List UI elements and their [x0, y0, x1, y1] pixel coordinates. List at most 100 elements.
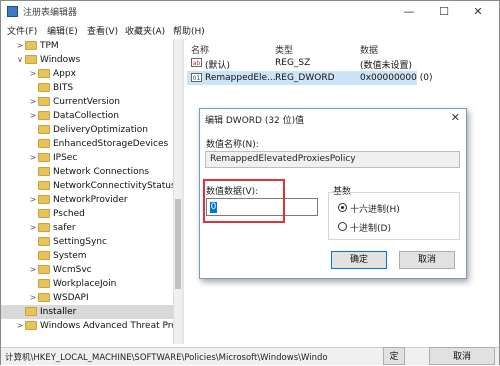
- tree-item[interactable]: ∨ Windows: [1, 53, 179, 67]
- decimal-radio[interactable]: [338, 222, 347, 231]
- base-group: [328, 192, 460, 240]
- tree-item-label: Appx: [53, 69, 76, 79]
- folder-icon: [38, 251, 50, 260]
- folder-icon: [38, 153, 50, 162]
- expand-arrow-icon[interactable]: >: [28, 151, 38, 165]
- tree-item-label: WorkplaceJoin: [53, 279, 117, 289]
- folder-icon: [25, 55, 37, 64]
- tree-item[interactable]: > safer: [1, 221, 179, 235]
- folder-icon: [38, 111, 50, 120]
- folder-icon: [38, 223, 50, 232]
- menu-bar: 文件(F) 编辑(E) 查看(V) 收藏夹(A) 帮助(H): [1, 23, 499, 38]
- expand-arrow-icon[interactable]: >: [28, 193, 38, 207]
- folder-icon: [38, 293, 50, 302]
- folder-icon: [38, 209, 50, 218]
- folder-icon: [38, 279, 50, 288]
- menu-view[interactable]: 查看(V): [87, 24, 118, 37]
- minimize-button[interactable]: —: [396, 3, 422, 21]
- close-button[interactable]: ✕: [465, 3, 491, 21]
- tree-item[interactable]: > Appx: [1, 67, 179, 81]
- menu-help[interactable]: 帮助(H): [173, 24, 205, 37]
- cancel-button[interactable]: 取消: [399, 251, 455, 269]
- column-header-type[interactable]: 类型: [275, 43, 293, 56]
- tree-item[interactable]: Psched: [1, 207, 179, 221]
- background-ok-button[interactable]: 定: [383, 347, 405, 365]
- scrollbar-thumb[interactable]: [175, 199, 181, 289]
- maximize-button[interactable]: ☐: [431, 3, 457, 21]
- folder-icon: [25, 41, 37, 50]
- tree-item[interactable]: > WSDAPI: [1, 291, 179, 305]
- tree-item-label: Installer: [40, 307, 77, 317]
- tree-item-selected[interactable]: Installer: [1, 305, 179, 319]
- status-bar: 计算机\HKEY_LOCAL_MACHINE\SOFTWARE\Policies…: [1, 347, 499, 365]
- collapse-arrow-icon[interactable]: ∨: [15, 53, 25, 67]
- hex-radio[interactable]: [338, 203, 347, 212]
- string-value-icon: ab: [191, 58, 202, 67]
- value-data: 0x00000000 (0): [360, 73, 433, 83]
- tree-item[interactable]: > WcmSvc: [1, 263, 179, 277]
- hex-radio-label[interactable]: 十六进制(H): [350, 202, 400, 215]
- menu-edit[interactable]: 编辑(E): [47, 24, 78, 37]
- expand-arrow-icon[interactable]: >: [28, 67, 38, 81]
- tree-item[interactable]: System: [1, 249, 179, 263]
- tree-item-label: Psched: [53, 209, 85, 219]
- expand-arrow-icon[interactable]: >: [28, 221, 38, 235]
- expand-arrow-icon[interactable]: >: [28, 291, 38, 305]
- expand-arrow-icon[interactable]: >: [28, 95, 38, 109]
- tree-item[interactable]: SettingSync: [1, 235, 179, 249]
- folder-icon: [38, 181, 50, 190]
- watermark-logo: ⚙ ✦: [421, 319, 452, 334]
- tree-item[interactable]: > NetworkProvider: [1, 193, 179, 207]
- value-type: REG_SZ: [275, 58, 311, 68]
- decimal-radio-label[interactable]: 十进制(D): [350, 221, 391, 234]
- tree-item[interactable]: BITS: [1, 81, 179, 95]
- folder-icon: [38, 69, 50, 78]
- folder-icon: [38, 167, 50, 176]
- background-cancel-button[interactable]: 取消: [429, 347, 495, 365]
- tree-item[interactable]: DeliveryOptimization: [1, 123, 179, 137]
- tree-item-label: NetworkConnectivityStatusInc: [53, 181, 181, 191]
- column-header-name[interactable]: 名称: [191, 43, 209, 56]
- value-data: (数值未设置): [360, 61, 413, 71]
- folder-icon: [38, 265, 50, 274]
- tree-item-label: WSDAPI: [53, 293, 89, 303]
- value-name[interactable]: (默认): [205, 58, 230, 71]
- tree-item[interactable]: > IPSec: [1, 151, 179, 165]
- value-name-field: RemappedElevatedProxiesPolicy: [205, 151, 460, 168]
- pane-splitter[interactable]: [182, 39, 184, 344]
- menu-file[interactable]: 文件(F): [7, 24, 37, 37]
- tree-item[interactable]: > TPM: [1, 39, 179, 53]
- menu-favorites[interactable]: 收藏夹(A): [125, 24, 165, 37]
- tree-item-label: Network Connections: [53, 167, 150, 177]
- expand-arrow-icon[interactable]: >: [28, 263, 38, 277]
- tree-item[interactable]: Network Connections: [1, 165, 179, 179]
- tree-item-label: Windows Advanced Threat Prote: [40, 321, 181, 331]
- value-name[interactable]: RemappedEle...: [205, 73, 276, 83]
- registry-tree[interactable]: > TPM ∨ Windows > Appx BITS > CurrentVer…: [1, 39, 181, 344]
- value-name-label: 数值名称(N):: [206, 140, 259, 150]
- expand-arrow-icon[interactable]: >: [28, 109, 38, 123]
- tree-item[interactable]: > Windows Advanced Threat Prote: [1, 319, 181, 333]
- tree-item[interactable]: WorkplaceJoin: [1, 277, 179, 291]
- value-type: REG_DWORD: [275, 73, 335, 83]
- tree-scrollbar[interactable]: [173, 39, 182, 344]
- tree-item[interactable]: NetworkConnectivityStatusInc: [1, 179, 181, 193]
- expand-arrow-icon[interactable]: >: [15, 319, 25, 333]
- tree-item[interactable]: > CurrentVersion: [1, 95, 179, 109]
- status-path: 计算机\HKEY_LOCAL_MACHINE\SOFTWARE\Policies…: [5, 353, 328, 363]
- ok-button[interactable]: 确定: [331, 251, 387, 269]
- dialog-title: 编辑 DWORD (32 位)值: [205, 116, 305, 126]
- dialog-close-button[interactable]: ✕: [451, 111, 460, 124]
- tree-item-label: BITS: [53, 83, 74, 93]
- binary-value-icon: 01: [191, 73, 202, 82]
- title-bar[interactable]: 注册表编辑器 — ☐ ✕: [1, 1, 499, 23]
- tree-item[interactable]: > DataCollection: [1, 109, 179, 123]
- column-header-data[interactable]: 数据: [360, 43, 378, 56]
- folder-icon: [38, 195, 50, 204]
- tree-item-label: DeliveryOptimization: [53, 125, 148, 135]
- tree-item-label: DataCollection: [53, 111, 120, 121]
- tree-item[interactable]: EnhancedStorageDevices: [1, 137, 179, 151]
- expand-arrow-icon[interactable]: >: [15, 39, 25, 53]
- edit-dword-dialog: 编辑 DWORD (32 位)值 ✕ 数值名称(N): RemappedElev…: [199, 108, 467, 279]
- tree-item-label: NetworkProvider: [53, 195, 128, 205]
